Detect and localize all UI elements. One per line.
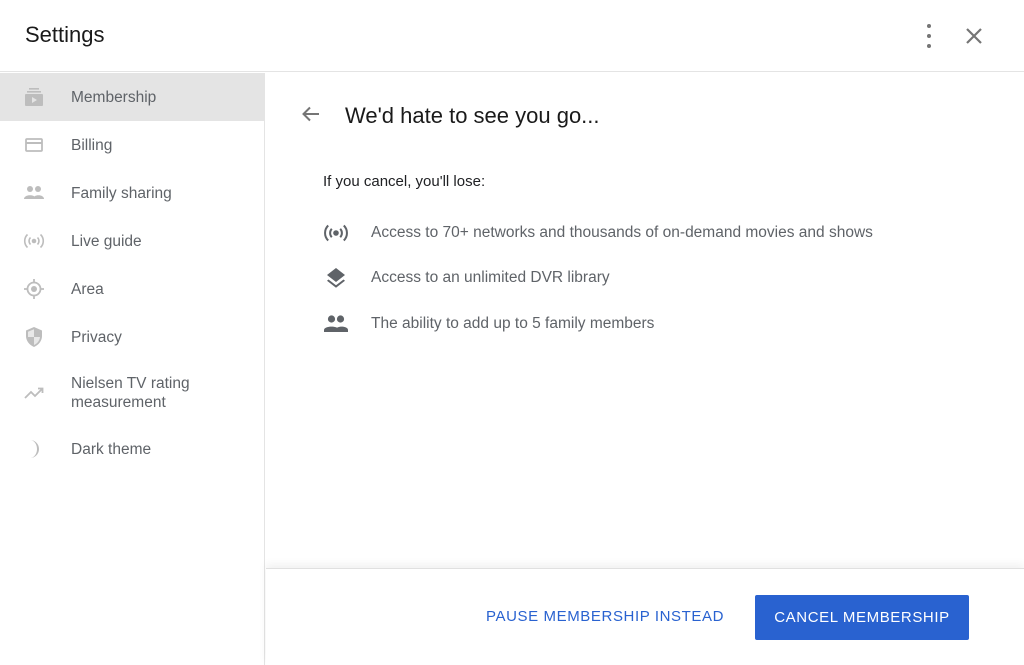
- close-icon: [966, 28, 982, 44]
- sidebar-item-nielsen[interactable]: Nielsen TV rating measurement: [0, 361, 264, 425]
- live-broadcast-icon: [323, 221, 349, 245]
- settings-sidebar: Membership Billing Family sharing Live g…: [0, 73, 265, 665]
- more-vert-icon: [927, 24, 931, 28]
- membership-icon: [23, 86, 45, 108]
- back-button[interactable]: [300, 103, 322, 125]
- shield-icon: [23, 326, 45, 348]
- arrow-back-icon: [302, 106, 319, 122]
- sidebar-item-membership[interactable]: Membership: [0, 73, 264, 121]
- sidebar-item-family-sharing[interactable]: Family sharing: [0, 169, 264, 217]
- more-vert-dot: [927, 34, 931, 38]
- feature-text: Access to 70+ networks and thousands of …: [371, 224, 873, 241]
- live-broadcast-icon: [23, 230, 45, 252]
- sidebar-item-label: Billing: [71, 136, 113, 154]
- sidebar-item-label: Membership: [71, 88, 157, 106]
- cancel-membership-button[interactable]: CANCEL MEMBERSHIP: [755, 595, 969, 640]
- close-button[interactable]: [962, 24, 986, 48]
- dialog-footer: PAUSE MEMBERSHIP INSTEAD CANCEL MEMBERSH…: [266, 568, 1024, 665]
- cancel-membership-panel: We'd hate to see you go... If you cancel…: [266, 73, 1024, 568]
- people-icon: [323, 312, 349, 336]
- sidebar-item-label: Dark theme: [71, 440, 152, 458]
- sidebar-item-label: Family sharing: [71, 184, 172, 202]
- loss-intro-text: If you cancel, you'll lose:: [323, 173, 486, 190]
- feature-text: The ability to add up to 5 family member…: [371, 315, 655, 332]
- dialog-header: Settings: [0, 0, 1024, 72]
- pause-membership-button[interactable]: PAUSE MEMBERSHIP INSTEAD: [486, 608, 724, 625]
- sidebar-item-label: Area: [71, 280, 104, 298]
- more-vert-dot: [927, 44, 931, 48]
- sidebar-item-live-guide[interactable]: Live guide: [0, 217, 264, 265]
- sidebar-item-label: Nielsen TV rating measurement: [71, 375, 190, 411]
- layers-icon: [323, 266, 349, 290]
- people-icon: [23, 182, 45, 204]
- sidebar-item-billing[interactable]: Billing: [0, 121, 264, 169]
- feature-item: The ability to add up to 5 family member…: [323, 312, 654, 336]
- sidebar-item-area[interactable]: Area: [0, 265, 264, 313]
- sidebar-item-dark-theme[interactable]: Dark theme: [0, 425, 264, 473]
- page-heading: We'd hate to see you go...: [345, 103, 600, 128]
- sidebar-item-label: Privacy: [71, 328, 122, 346]
- dialog-title: Settings: [25, 22, 105, 47]
- location-target-icon: [23, 278, 45, 300]
- more-options-button[interactable]: [916, 24, 942, 48]
- trending-up-icon: [23, 382, 45, 404]
- feature-item: Access to an unlimited DVR library: [323, 266, 610, 290]
- feature-text: Access to an unlimited DVR library: [371, 269, 610, 286]
- sidebar-item-label: Live guide: [71, 232, 142, 250]
- credit-card-icon: [23, 134, 45, 156]
- moon-icon: [23, 438, 45, 460]
- feature-item: Access to 70+ networks and thousands of …: [323, 221, 873, 245]
- sidebar-item-privacy[interactable]: Privacy: [0, 313, 264, 361]
